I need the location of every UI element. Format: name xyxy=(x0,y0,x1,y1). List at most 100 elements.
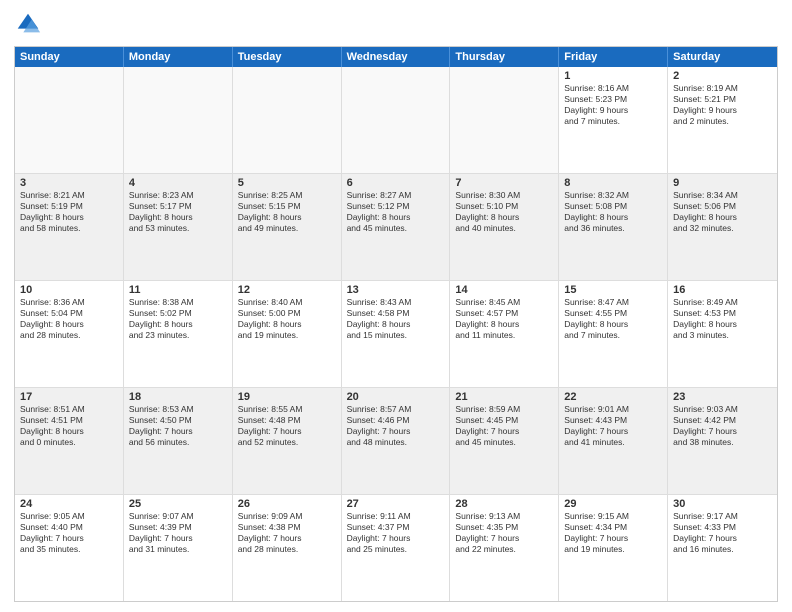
cell-daylight-info: Sunrise: 8:43 AM Sunset: 4:58 PM Dayligh… xyxy=(347,297,445,341)
calendar-row: 24Sunrise: 9:05 AM Sunset: 4:40 PM Dayli… xyxy=(15,495,777,601)
calendar-cell xyxy=(124,67,233,173)
calendar-cell: 9Sunrise: 8:34 AM Sunset: 5:06 PM Daylig… xyxy=(668,174,777,280)
day-number: 26 xyxy=(238,498,336,510)
calendar-cell: 25Sunrise: 9:07 AM Sunset: 4:39 PM Dayli… xyxy=(124,495,233,601)
day-number: 22 xyxy=(564,391,662,403)
day-number: 2 xyxy=(673,70,772,82)
cell-daylight-info: Sunrise: 8:21 AM Sunset: 5:19 PM Dayligh… xyxy=(20,190,118,234)
calendar-cell: 30Sunrise: 9:17 AM Sunset: 4:33 PM Dayli… xyxy=(668,495,777,601)
day-number: 4 xyxy=(129,177,227,189)
logo-icon xyxy=(14,10,42,38)
day-number: 24 xyxy=(20,498,118,510)
cell-daylight-info: Sunrise: 9:01 AM Sunset: 4:43 PM Dayligh… xyxy=(564,404,662,448)
day-number: 3 xyxy=(20,177,118,189)
day-number: 17 xyxy=(20,391,118,403)
day-number: 16 xyxy=(673,284,772,296)
calendar-cell: 16Sunrise: 8:49 AM Sunset: 4:53 PM Dayli… xyxy=(668,281,777,387)
day-number: 9 xyxy=(673,177,772,189)
calendar-cell: 15Sunrise: 8:47 AM Sunset: 4:55 PM Dayli… xyxy=(559,281,668,387)
cell-daylight-info: Sunrise: 8:25 AM Sunset: 5:15 PM Dayligh… xyxy=(238,190,336,234)
calendar-cell: 13Sunrise: 8:43 AM Sunset: 4:58 PM Dayli… xyxy=(342,281,451,387)
weekday-header: Sunday xyxy=(15,47,124,67)
header xyxy=(14,10,778,38)
calendar-cell: 29Sunrise: 9:15 AM Sunset: 4:34 PM Dayli… xyxy=(559,495,668,601)
weekday-header: Friday xyxy=(559,47,668,67)
day-number: 25 xyxy=(129,498,227,510)
calendar-cell: 2Sunrise: 8:19 AM Sunset: 5:21 PM Daylig… xyxy=(668,67,777,173)
cell-daylight-info: Sunrise: 9:11 AM Sunset: 4:37 PM Dayligh… xyxy=(347,511,445,555)
day-number: 19 xyxy=(238,391,336,403)
day-number: 21 xyxy=(455,391,553,403)
cell-daylight-info: Sunrise: 8:36 AM Sunset: 5:04 PM Dayligh… xyxy=(20,297,118,341)
day-number: 7 xyxy=(455,177,553,189)
weekday-header: Saturday xyxy=(668,47,777,67)
day-number: 18 xyxy=(129,391,227,403)
cell-daylight-info: Sunrise: 9:07 AM Sunset: 4:39 PM Dayligh… xyxy=(129,511,227,555)
cell-daylight-info: Sunrise: 8:27 AM Sunset: 5:12 PM Dayligh… xyxy=(347,190,445,234)
cell-daylight-info: Sunrise: 8:45 AM Sunset: 4:57 PM Dayligh… xyxy=(455,297,553,341)
cell-daylight-info: Sunrise: 8:19 AM Sunset: 5:21 PM Dayligh… xyxy=(673,83,772,127)
calendar-cell: 18Sunrise: 8:53 AM Sunset: 4:50 PM Dayli… xyxy=(124,388,233,494)
cell-daylight-info: Sunrise: 9:17 AM Sunset: 4:33 PM Dayligh… xyxy=(673,511,772,555)
calendar-cell: 28Sunrise: 9:13 AM Sunset: 4:35 PM Dayli… xyxy=(450,495,559,601)
calendar-cell xyxy=(15,67,124,173)
day-number: 6 xyxy=(347,177,445,189)
calendar-cell: 12Sunrise: 8:40 AM Sunset: 5:00 PM Dayli… xyxy=(233,281,342,387)
weekday-header: Thursday xyxy=(450,47,559,67)
calendar-row: 10Sunrise: 8:36 AM Sunset: 5:04 PM Dayli… xyxy=(15,281,777,388)
day-number: 30 xyxy=(673,498,772,510)
calendar-cell: 26Sunrise: 9:09 AM Sunset: 4:38 PM Dayli… xyxy=(233,495,342,601)
calendar-cell: 5Sunrise: 8:25 AM Sunset: 5:15 PM Daylig… xyxy=(233,174,342,280)
calendar-cell: 8Sunrise: 8:32 AM Sunset: 5:08 PM Daylig… xyxy=(559,174,668,280)
calendar-row: 17Sunrise: 8:51 AM Sunset: 4:51 PM Dayli… xyxy=(15,388,777,495)
calendar-cell: 19Sunrise: 8:55 AM Sunset: 4:48 PM Dayli… xyxy=(233,388,342,494)
calendar-cell: 23Sunrise: 9:03 AM Sunset: 4:42 PM Dayli… xyxy=(668,388,777,494)
calendar-cell: 24Sunrise: 9:05 AM Sunset: 4:40 PM Dayli… xyxy=(15,495,124,601)
weekday-header: Tuesday xyxy=(233,47,342,67)
calendar-cell: 22Sunrise: 9:01 AM Sunset: 4:43 PM Dayli… xyxy=(559,388,668,494)
day-number: 8 xyxy=(564,177,662,189)
calendar-cell: 11Sunrise: 8:38 AM Sunset: 5:02 PM Dayli… xyxy=(124,281,233,387)
calendar-body: 1Sunrise: 8:16 AM Sunset: 5:23 PM Daylig… xyxy=(15,67,777,601)
cell-daylight-info: Sunrise: 8:55 AM Sunset: 4:48 PM Dayligh… xyxy=(238,404,336,448)
weekday-header: Wednesday xyxy=(342,47,451,67)
cell-daylight-info: Sunrise: 8:40 AM Sunset: 5:00 PM Dayligh… xyxy=(238,297,336,341)
cell-daylight-info: Sunrise: 8:59 AM Sunset: 4:45 PM Dayligh… xyxy=(455,404,553,448)
calendar-cell: 10Sunrise: 8:36 AM Sunset: 5:04 PM Dayli… xyxy=(15,281,124,387)
cell-daylight-info: Sunrise: 8:34 AM Sunset: 5:06 PM Dayligh… xyxy=(673,190,772,234)
day-number: 29 xyxy=(564,498,662,510)
cell-daylight-info: Sunrise: 8:16 AM Sunset: 5:23 PM Dayligh… xyxy=(564,83,662,127)
calendar-cell: 4Sunrise: 8:23 AM Sunset: 5:17 PM Daylig… xyxy=(124,174,233,280)
weekday-header: Monday xyxy=(124,47,233,67)
calendar-cell xyxy=(450,67,559,173)
day-number: 1 xyxy=(564,70,662,82)
calendar-row: 3Sunrise: 8:21 AM Sunset: 5:19 PM Daylig… xyxy=(15,174,777,281)
day-number: 5 xyxy=(238,177,336,189)
calendar-cell: 14Sunrise: 8:45 AM Sunset: 4:57 PM Dayli… xyxy=(450,281,559,387)
day-number: 20 xyxy=(347,391,445,403)
calendar-header: SundayMondayTuesdayWednesdayThursdayFrid… xyxy=(15,47,777,67)
calendar-cell: 17Sunrise: 8:51 AM Sunset: 4:51 PM Dayli… xyxy=(15,388,124,494)
page: SundayMondayTuesdayWednesdayThursdayFrid… xyxy=(0,0,792,612)
cell-daylight-info: Sunrise: 8:51 AM Sunset: 4:51 PM Dayligh… xyxy=(20,404,118,448)
cell-daylight-info: Sunrise: 8:38 AM Sunset: 5:02 PM Dayligh… xyxy=(129,297,227,341)
day-number: 23 xyxy=(673,391,772,403)
day-number: 28 xyxy=(455,498,553,510)
calendar-row: 1Sunrise: 8:16 AM Sunset: 5:23 PM Daylig… xyxy=(15,67,777,174)
calendar-cell xyxy=(233,67,342,173)
cell-daylight-info: Sunrise: 8:47 AM Sunset: 4:55 PM Dayligh… xyxy=(564,297,662,341)
calendar-cell: 7Sunrise: 8:30 AM Sunset: 5:10 PM Daylig… xyxy=(450,174,559,280)
logo xyxy=(14,10,46,38)
cell-daylight-info: Sunrise: 9:13 AM Sunset: 4:35 PM Dayligh… xyxy=(455,511,553,555)
calendar-cell xyxy=(342,67,451,173)
day-number: 13 xyxy=(347,284,445,296)
day-number: 14 xyxy=(455,284,553,296)
calendar-cell: 3Sunrise: 8:21 AM Sunset: 5:19 PM Daylig… xyxy=(15,174,124,280)
calendar-cell: 20Sunrise: 8:57 AM Sunset: 4:46 PM Dayli… xyxy=(342,388,451,494)
day-number: 11 xyxy=(129,284,227,296)
calendar: SundayMondayTuesdayWednesdayThursdayFrid… xyxy=(14,46,778,602)
calendar-cell: 27Sunrise: 9:11 AM Sunset: 4:37 PM Dayli… xyxy=(342,495,451,601)
cell-daylight-info: Sunrise: 9:05 AM Sunset: 4:40 PM Dayligh… xyxy=(20,511,118,555)
calendar-cell: 1Sunrise: 8:16 AM Sunset: 5:23 PM Daylig… xyxy=(559,67,668,173)
calendar-cell: 21Sunrise: 8:59 AM Sunset: 4:45 PM Dayli… xyxy=(450,388,559,494)
